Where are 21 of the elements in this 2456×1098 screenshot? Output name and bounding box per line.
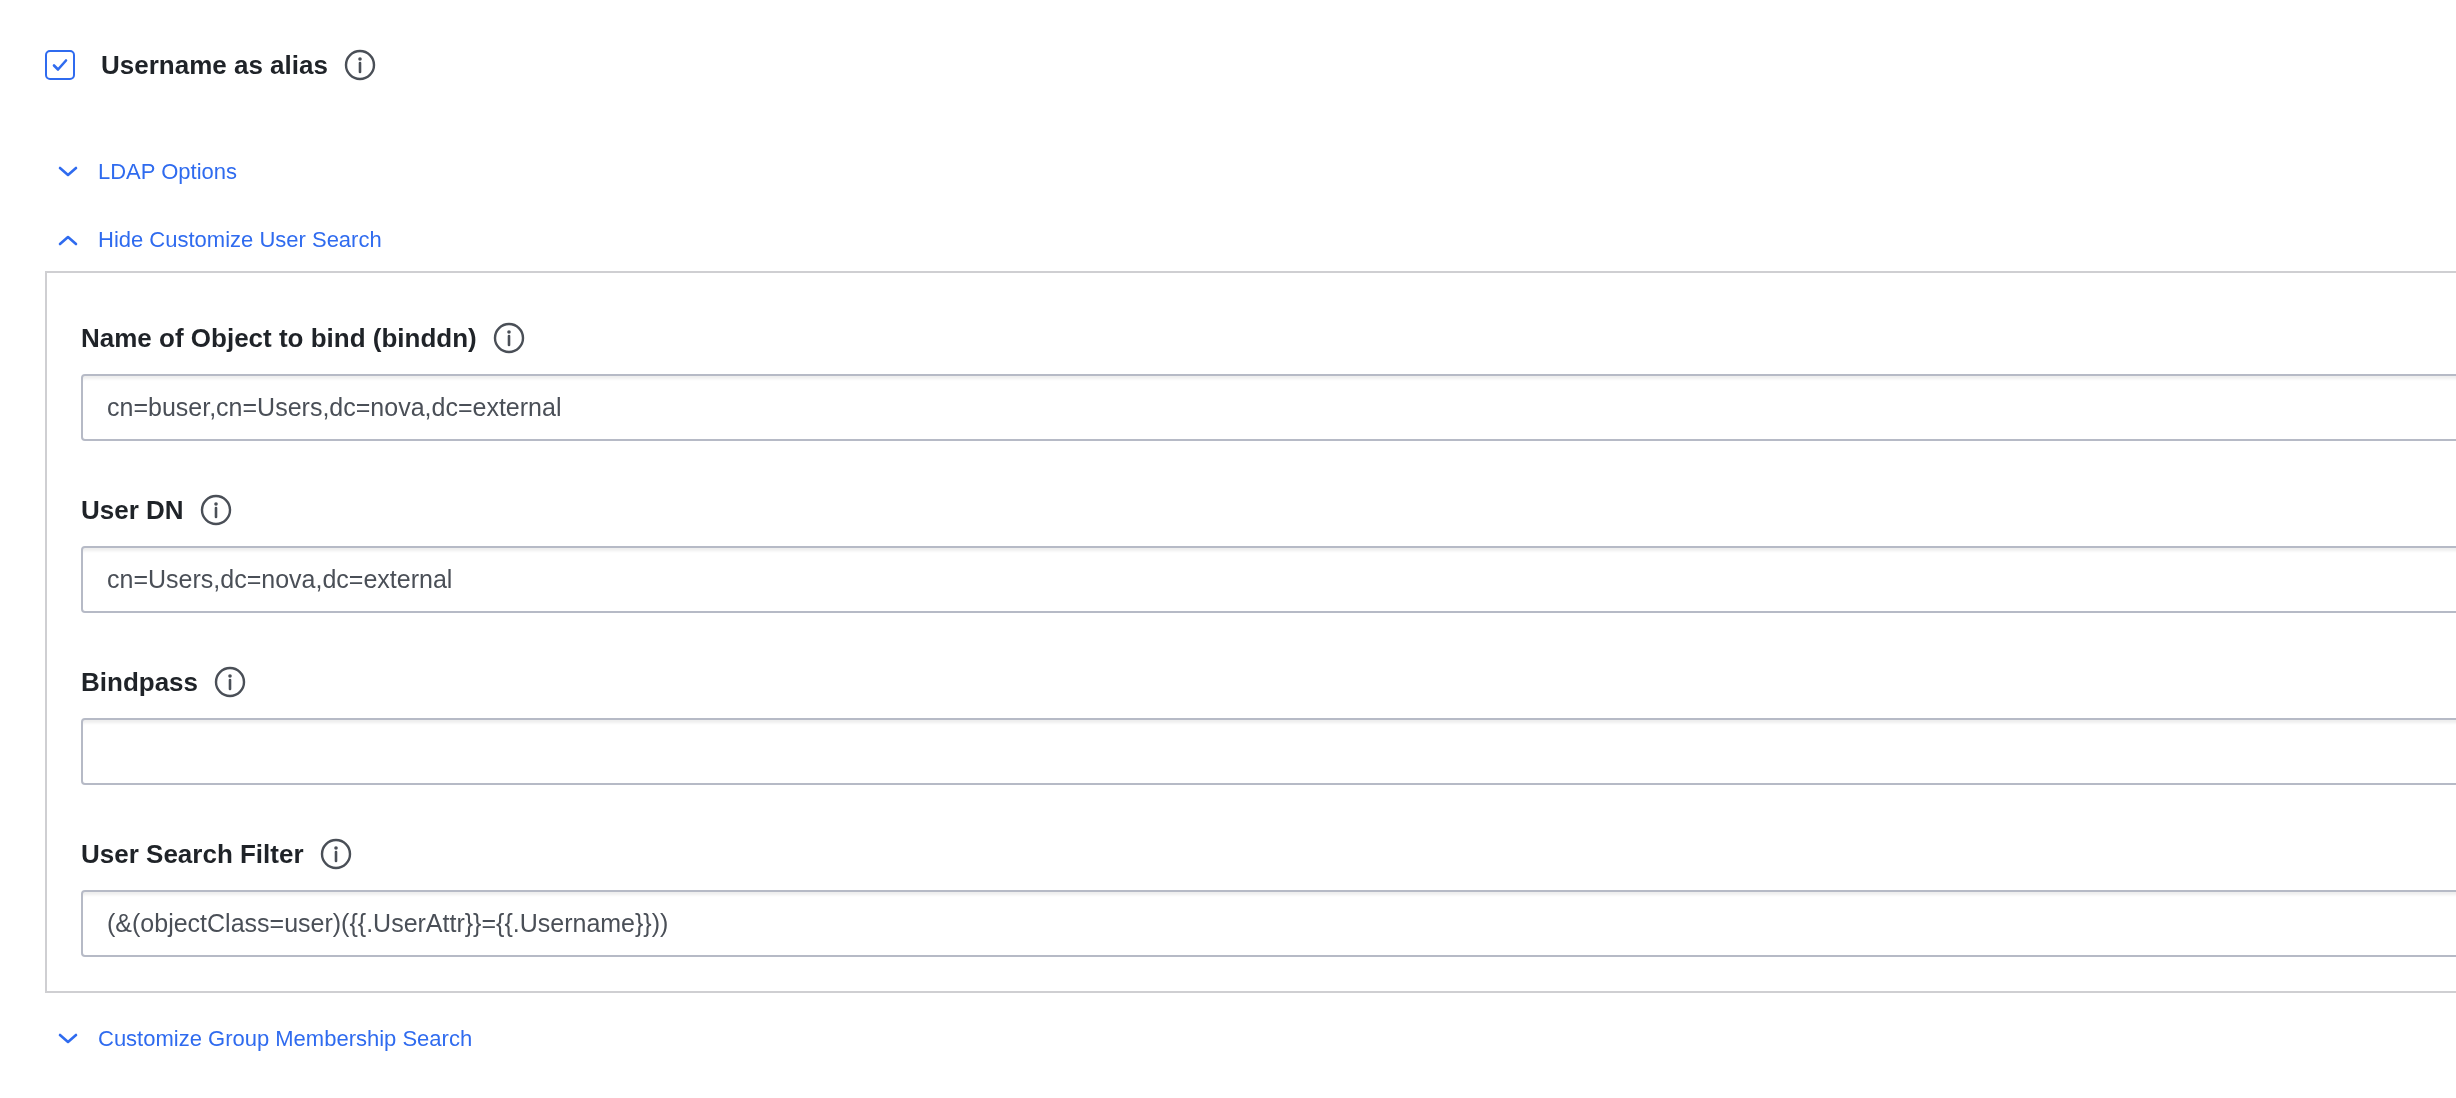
input-field[interactable] — [81, 718, 2456, 785]
checkbox[interactable] — [45, 50, 75, 80]
field-label: Bindpass — [81, 666, 199, 698]
section-toggle[interactable]: LDAP Options — [45, 150, 237, 194]
chevron-icon — [57, 233, 79, 247]
info-icon[interactable] — [492, 322, 525, 354]
info-icon[interactable] — [319, 838, 352, 870]
input-field[interactable]: (&(objectClass=user)({{.UserAttr}}={{.Username}})) — [81, 890, 2456, 957]
section-toggle[interactable]: Customize Group Membership Search — [45, 1017, 473, 1061]
field-label: User DN — [81, 494, 184, 526]
info-icon[interactable] — [214, 666, 247, 698]
section-toggle[interactable]: Hide Customize User Search — [45, 218, 382, 262]
field-label: User Search Filter — [81, 838, 304, 870]
input-field[interactable]: cn=buser,cn=Users,dc=nova,dc=external — [81, 374, 2456, 441]
info-icon[interactable] — [199, 494, 232, 526]
info-icon[interactable] — [343, 49, 376, 81]
chevron-icon — [57, 165, 79, 179]
field-label: Name of Object to bind (binddn) — [81, 322, 477, 354]
input-field[interactable]: cn=Users,dc=nova,dc=external — [81, 546, 2456, 613]
chevron-icon — [57, 1032, 79, 1046]
checkbox-label: Username as alias — [101, 49, 328, 81]
